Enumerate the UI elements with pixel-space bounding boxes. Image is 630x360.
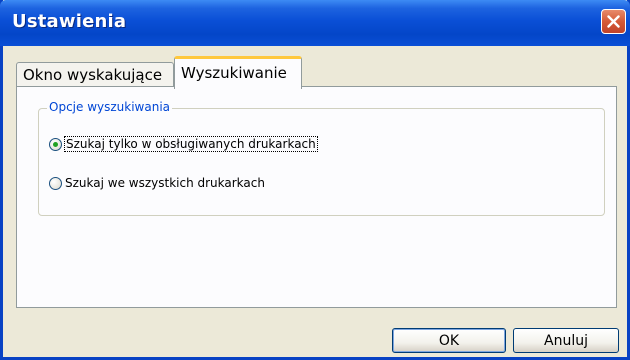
group-legend: Opcje wyszukiwania — [47, 100, 173, 114]
radio-button-checked[interactable] — [49, 137, 62, 151]
radio-label-supported[interactable]: Szukaj tylko w obsługiwanych drukarkach — [64, 136, 318, 152]
radio-option-all-printers[interactable]: Szukaj we wszystkich drukarkach — [49, 174, 265, 192]
close-icon — [607, 15, 620, 28]
radio-button-unchecked[interactable] — [49, 176, 62, 190]
window-title: Ustawienia — [12, 11, 127, 32]
close-button[interactable] — [601, 9, 626, 34]
ok-button[interactable]: OK — [392, 328, 506, 353]
radio-option-supported-printers[interactable]: Szukaj tylko w obsługiwanych drukarkach — [49, 135, 318, 153]
tab-popup-window[interactable]: Okno wyskakujące — [16, 62, 174, 87]
title-bar[interactable]: Ustawienia — [0, 0, 630, 46]
tab-panel-search: Opcje wyszukiwania Szukaj tylko w obsług… — [16, 86, 617, 308]
search-options-group: Opcje wyszukiwania Szukaj tylko w obsług… — [38, 100, 605, 216]
tab-search[interactable]: Wyszukiwanie — [174, 56, 302, 89]
radio-label-all[interactable]: Szukaj we wszystkich drukarkach — [65, 176, 265, 190]
cancel-button[interactable]: Anuluj — [513, 328, 619, 353]
